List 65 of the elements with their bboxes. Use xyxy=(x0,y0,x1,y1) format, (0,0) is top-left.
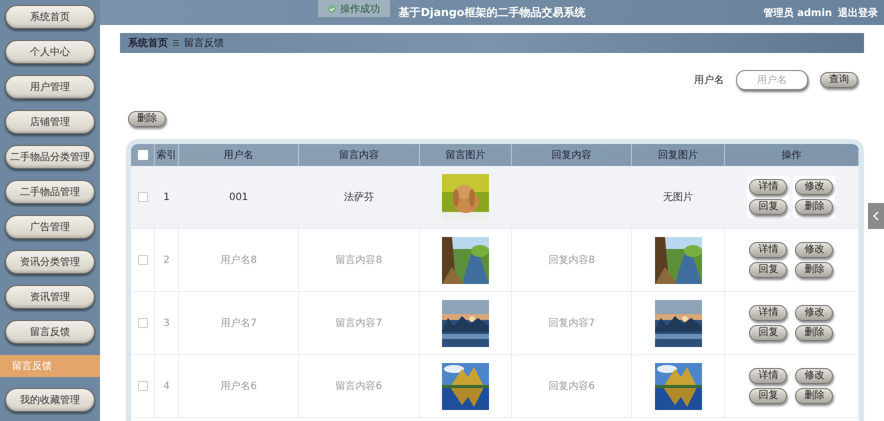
sidebar-button[interactable]: 留言反馈 xyxy=(5,320,95,344)
reply-button[interactable]: 回复 xyxy=(749,388,788,404)
search-field[interactable]: 用户名 xyxy=(736,70,808,90)
checkbox[interactable] xyxy=(138,192,148,202)
table-cell: 无图片 xyxy=(632,166,725,228)
table-cell: 用户名8 xyxy=(179,229,300,291)
edit-button[interactable]: 修改 xyxy=(795,179,834,195)
table-row[interactable]: 2 用户名8 留言内容8 回复内容8 详情 回复 修改 删除 xyxy=(131,229,859,292)
site-title: 基于Django框架的二手物品交易系统 xyxy=(398,5,586,20)
table-row[interactable]: 4 用户名6 留言内容6 回复内容6 详情 回复 修改 删除 xyxy=(131,355,859,418)
table-cell: 2 xyxy=(155,229,179,291)
reply-button[interactable]: 回复 xyxy=(749,262,788,278)
reply-button[interactable]: 回复 xyxy=(749,199,788,215)
delete-button[interactable]: 删除 xyxy=(795,199,834,215)
table-cell: 4 xyxy=(155,355,179,417)
delete-button[interactable]: 删除 xyxy=(795,262,834,278)
delete-button[interactable]: 删除 xyxy=(795,325,834,341)
toast-message: 操作成功 xyxy=(340,2,380,16)
detail-button[interactable]: 详情 xyxy=(749,179,788,195)
sidebar-button[interactable]: 个人中心 xyxy=(5,40,95,64)
edit-button[interactable]: 修改 xyxy=(795,305,834,321)
table-cell: 1 xyxy=(155,166,179,228)
check-icon xyxy=(328,4,336,12)
reply-button[interactable]: 回复 xyxy=(749,325,788,341)
table-cell: 回复内容6 xyxy=(512,355,632,417)
sidebar-button[interactable]: 二手物品分类管理 xyxy=(5,145,95,169)
sidebar-button[interactable]: 资讯管理 xyxy=(5,285,95,309)
delete-button[interactable]: 删除 xyxy=(795,388,834,404)
detail-button[interactable]: 详情 xyxy=(749,368,788,384)
table-cell: 用户名6 xyxy=(179,355,300,417)
edit-button[interactable]: 修改 xyxy=(795,242,834,258)
delete-button[interactable]: 删除 xyxy=(128,111,166,127)
user-label: 管理员 admin xyxy=(764,6,832,20)
detail-button[interactable]: 详情 xyxy=(749,305,788,321)
breadcrumb-link[interactable]: 系统首页 xyxy=(128,36,168,50)
logout-link[interactable]: 退出登录 xyxy=(838,6,878,20)
table-cell: 留言内容8 xyxy=(299,229,420,291)
table-cell: 留言内容7 xyxy=(299,292,420,354)
table-row[interactable]: 3 用户名7 留言内容7 回复内容7 详情 回复 修改 删除 xyxy=(131,292,859,355)
checkbox[interactable] xyxy=(138,318,148,328)
detail-button[interactable]: 详情 xyxy=(749,242,788,258)
menu-icon xyxy=(173,40,179,46)
sidebar-button[interactable]: 用户管理 xyxy=(5,75,95,99)
collapse-button[interactable] xyxy=(868,203,884,229)
sidebar-button[interactable]: 我的收藏管理 xyxy=(5,388,95,412)
table-row[interactable]: 1 001 法萨芬 无图片 详情 回复 修改 删除 xyxy=(131,166,859,229)
sidebar-button[interactable]: 广告管理 xyxy=(5,215,95,239)
checkbox[interactable] xyxy=(138,381,148,391)
sidebar-button[interactable]: 资讯分类管理 xyxy=(5,250,95,274)
sidebar-button[interactable]: 二手物品管理 xyxy=(5,180,95,204)
sidebar-button[interactable]: 店铺管理 xyxy=(5,110,95,134)
table-cell: 3 xyxy=(155,292,179,354)
search-button[interactable]: 查询 xyxy=(820,72,858,88)
table-cell: 回复内容8 xyxy=(512,229,632,291)
breadcrumb-current: 留言反馈 xyxy=(184,36,224,50)
table-cell: 用户名7 xyxy=(179,292,300,354)
table-cell: 001 xyxy=(179,166,300,228)
table-cell: 回复内容7 xyxy=(512,292,632,354)
chevron-left-icon xyxy=(873,211,879,221)
table-cell: 法萨芬 xyxy=(299,166,420,228)
search-label: 用户名 xyxy=(694,74,724,87)
sidebar-button[interactable]: 系统首页 xyxy=(5,5,95,29)
edit-button[interactable]: 修改 xyxy=(795,368,834,384)
checkbox[interactable] xyxy=(138,255,148,265)
table-cell: 留言内容6 xyxy=(299,355,420,417)
